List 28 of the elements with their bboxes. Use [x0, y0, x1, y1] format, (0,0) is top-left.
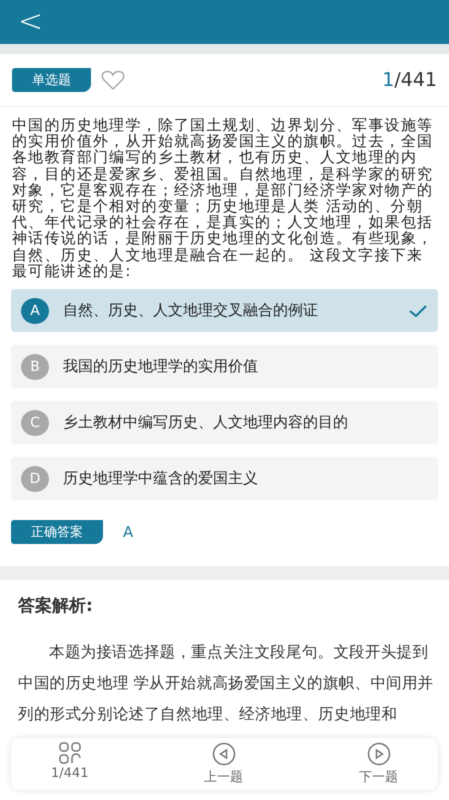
heart-icon[interactable]: [101, 69, 125, 91]
answer-option[interactable]: C 乡土教材中编写历史、人文地理内容的目的: [11, 401, 438, 444]
analysis-text: 本题为接语选择题，重点关注文段尾句。文段开头提到中国的历史地理 学从开始就高扬爱国主义的旗帜、中间用并列的形式分别论述了自然地理、经济地理、历史地理和: [18, 642, 434, 726]
nav-button[interactable]: 1/441: [51, 738, 88, 790]
option-letter: C: [21, 410, 49, 436]
next-icon: [366, 742, 390, 766]
option-text: 乡土教材中编写历史、人文地理内容的目的: [63, 413, 349, 432]
option-letter: B: [21, 354, 49, 380]
question-type-tag: 单选题: [12, 68, 91, 92]
option-letter: D: [21, 466, 49, 492]
back-button[interactable]: <: [14, 7, 48, 37]
correct-answer-label: 正确答案: [11, 520, 103, 544]
option-text: 历史地理学中蕴含的爱国主义: [63, 469, 259, 488]
option-text: 我国的历史地理学的实用价值: [63, 357, 259, 376]
correct-answer-value: A: [123, 523, 134, 542]
question-counter: 1/441: [382, 69, 437, 91]
answer-option[interactable]: A 自然、历史、人文地理交叉融合的例证: [11, 289, 438, 332]
previous-icon: [212, 742, 236, 766]
question-text: 中国的历史地理学，除了国土规划、边界划分、军事设施等的实用价值外，从开始就高扬爱国主义的旗帜。过去，全国各地教育部门编写的乡土教材，也有历史、人文地理的内容，目的还是爱家乡、爱祖国。自然地理，是科学家的研究对象，它是客观存在；经济地理，是部门经济学家对物产的研究，它是个相对的变量；历史地理是人类 活动的、分朝代、年代记录的社会存在，是真实的；人文地理，如果包括神话传说的话，是附丽于历史地理的文化创造。有些现象，自然、历史、人文地理是融合在一起的。 这段文字接下来最可能讲述的是:: [11, 115, 434, 280]
answer-option[interactable]: D 历史地理学中蕴含的爱国主义: [11, 457, 438, 500]
nav-button[interactable]: 上一题: [204, 738, 244, 790]
grid-icon: [58, 742, 81, 764]
analysis-title: 答案解析:: [17, 595, 94, 618]
nav-button[interactable]: 下一题: [359, 738, 398, 790]
option-letter: A: [21, 298, 49, 324]
answer-option[interactable]: B 我国的历史地理学的实用价值: [11, 345, 438, 388]
check-icon: [408, 304, 428, 318]
option-text: 自然、历史、人文地理交叉融合的例证: [63, 301, 319, 320]
